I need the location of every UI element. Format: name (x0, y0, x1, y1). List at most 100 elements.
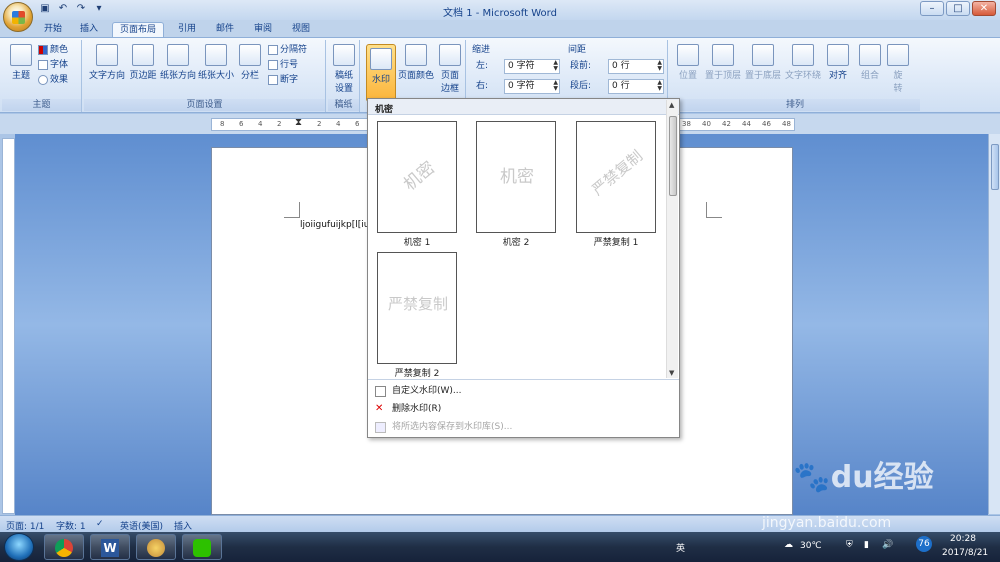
size-button[interactable]: 纸张大小 (198, 44, 234, 81)
breaks-button[interactable]: 分隔符 (268, 44, 307, 57)
draft-group-label: 稿纸 (328, 99, 359, 111)
shield-icon[interactable]: ⛨ (846, 540, 853, 550)
tab-review[interactable]: 审阅 (248, 22, 278, 38)
spacing-before-spinner[interactable]: 0 行 ▲ ▼ (608, 59, 664, 74)
bring-front-button[interactable]: 置于顶层 (704, 44, 742, 81)
close-button[interactable]: ✕ (972, 1, 996, 16)
paint-icon (147, 539, 165, 557)
taskbar-chrome[interactable] (44, 534, 84, 560)
text-wrap-icon (792, 44, 814, 66)
indent-label: 缩进 (472, 45, 491, 55)
taskbar-paint[interactable] (136, 534, 176, 560)
taskbar: W 英 ☁ 30℃ ⛨ ▮ 🔊 76 20:28 2017/8/21 (0, 532, 1000, 562)
draft-settings-button[interactable]: 稿纸 设置 (330, 44, 358, 94)
tab-references[interactable]: 引用 (172, 22, 202, 38)
align-button[interactable]: 对齐 (824, 44, 852, 81)
watermark-no-copy-1[interactable]: 严禁复制 严禁复制 1 (576, 121, 658, 248)
indent-marker-icon[interactable]: ⧗ (295, 117, 302, 128)
taskbar-word[interactable]: W (90, 534, 130, 560)
baidu-logo: Bai🐾du经验 (740, 460, 934, 495)
spacing-after-spinner[interactable]: 0 行 ▲ ▼ (608, 79, 664, 94)
watermark-no-copy-2[interactable]: 严禁复制 严禁复制 2 (377, 252, 459, 379)
page-border-button[interactable]: 页面 边框 (436, 44, 464, 94)
columns-button[interactable]: 分栏 (236, 44, 264, 81)
watermark-gallery: 机密 机密 机密 1 机密 机密 2 严禁复制 严禁复制 1 严禁复制 严禁复制… (367, 98, 680, 438)
send-back-button[interactable]: 置于底层 (744, 44, 782, 81)
watermark-confidential-1[interactable]: 机密 机密 1 (377, 121, 459, 248)
volume-icon[interactable]: 🔊 (882, 540, 893, 550)
spinner-arrows-icon[interactable]: ▲ ▼ (657, 60, 662, 72)
spinner-arrows-icon[interactable]: ▲ ▼ (657, 80, 662, 92)
spinner-arrows-icon[interactable]: ▲ ▼ (553, 80, 558, 92)
tray-lang[interactable]: 英 (676, 541, 685, 554)
hyphenation-button[interactable]: 断字 (268, 74, 298, 87)
tab-home[interactable]: 开始 (38, 22, 68, 38)
text-wrap-button[interactable]: 文字环绕 (784, 44, 822, 81)
orientation-button[interactable]: 纸张方向 (160, 44, 196, 81)
maximize-button[interactable]: □ (946, 1, 970, 16)
gallery-scrollbar-thumb[interactable] (669, 116, 677, 196)
bring-front-icon (712, 44, 734, 66)
theme-group-label: 主题 (2, 99, 81, 111)
vertical-ruler[interactable] (2, 138, 15, 514)
size-icon (205, 44, 227, 66)
spacing-after-label: 段后: (570, 81, 592, 91)
fonts-button[interactable]: 字体 (38, 59, 68, 72)
watermark-confidential-2[interactable]: 机密 机密 2 (476, 121, 558, 248)
page-setup-group: 文字方向 页边距 纸张方向 纸张大小 分栏 分隔符 行号 断字 页面设置 (84, 40, 326, 112)
wechat-icon (193, 539, 211, 557)
save-to-gallery-icon (375, 422, 386, 433)
taskbar-wechat[interactable] (182, 534, 222, 560)
status-page[interactable]: 页面: 1/1 (6, 519, 44, 532)
menu-separator (368, 379, 679, 380)
group-icon (859, 44, 881, 66)
spinner-arrows-icon[interactable]: ▲ ▼ (553, 60, 558, 72)
status-mode[interactable]: 插入 (174, 519, 192, 532)
scroll-up-icon[interactable]: ▲ (669, 101, 674, 109)
send-back-icon (752, 44, 774, 66)
themes-button[interactable]: 主题 (6, 44, 36, 81)
system-tray: 英 ☁ 30℃ ⛨ ▮ 🔊 76 20:28 2017/8/21 (650, 532, 1000, 562)
vertical-scrollbar[interactable] (988, 134, 1000, 514)
effects-button[interactable]: 效果 (38, 74, 68, 87)
tray-time[interactable]: 20:28 (950, 534, 976, 544)
word-icon: W (101, 539, 119, 557)
office-button[interactable] (3, 2, 33, 32)
watermark-preview: 机密 (476, 121, 556, 233)
status-language[interactable]: 英语(美国) (120, 519, 163, 532)
line-numbers-button[interactable]: 行号 (268, 59, 298, 72)
tab-page-layout[interactable]: 页面布局 (112, 22, 164, 38)
minimize-button[interactable]: – (920, 1, 944, 16)
weather-icon[interactable]: ☁ (784, 540, 793, 550)
tab-view[interactable]: 视图 (286, 22, 316, 38)
watermark-button[interactable]: 水印 (366, 44, 396, 102)
group-button[interactable]: 组合 (856, 44, 884, 81)
tab-mailings[interactable]: 邮件 (210, 22, 240, 38)
indent-right-spinner[interactable]: 0 字符 ▲ ▼ (504, 79, 560, 94)
title-bar: ▣ ↶ ↷ ▾ 文档 1 - Microsoft Word – □ ✕ (0, 0, 1000, 20)
text-direction-button[interactable]: 文字方向 (88, 44, 126, 81)
remove-watermark-item[interactable]: ✕ 删除水印(R) (372, 401, 672, 417)
tray-date[interactable]: 2017/8/21 (942, 548, 988, 558)
ribbon-tabs: 开始 插入 页面布局 引用 邮件 审阅 视图 (0, 20, 1000, 38)
tray-badge[interactable]: 76 (916, 536, 932, 552)
tray-weather[interactable]: 30℃ (800, 541, 822, 551)
tab-insert[interactable]: 插入 (74, 22, 104, 38)
spellcheck-icon[interactable]: ✓ (96, 519, 104, 529)
position-button[interactable]: 位置 (674, 44, 702, 81)
gallery-scrollbar[interactable]: ▲ ▼ (666, 100, 678, 378)
arrange-group-label: 排列 (670, 99, 920, 111)
indent-left-spinner[interactable]: 0 字符 ▲ ▼ (504, 59, 560, 74)
status-words[interactable]: 字数: 1 (56, 519, 86, 532)
scroll-down-icon[interactable]: ▼ (669, 369, 674, 377)
colors-button[interactable]: 颜色 (38, 44, 68, 57)
scrollbar-thumb[interactable] (991, 144, 999, 190)
document-text[interactable]: ljoiigufuijkp[l[iuij (300, 220, 374, 230)
save-to-gallery-item[interactable]: 将所选内容保存到水印库(S)... (372, 419, 672, 435)
custom-watermark-item[interactable]: 自定义水印(W)... (372, 383, 672, 399)
rotate-button[interactable]: 旋 转 (886, 44, 910, 94)
network-icon[interactable]: ▮ (864, 540, 869, 550)
page-color-button[interactable]: 页面颜色 (398, 44, 434, 81)
margins-button[interactable]: 页边距 (128, 44, 158, 81)
start-button[interactable] (4, 533, 34, 561)
